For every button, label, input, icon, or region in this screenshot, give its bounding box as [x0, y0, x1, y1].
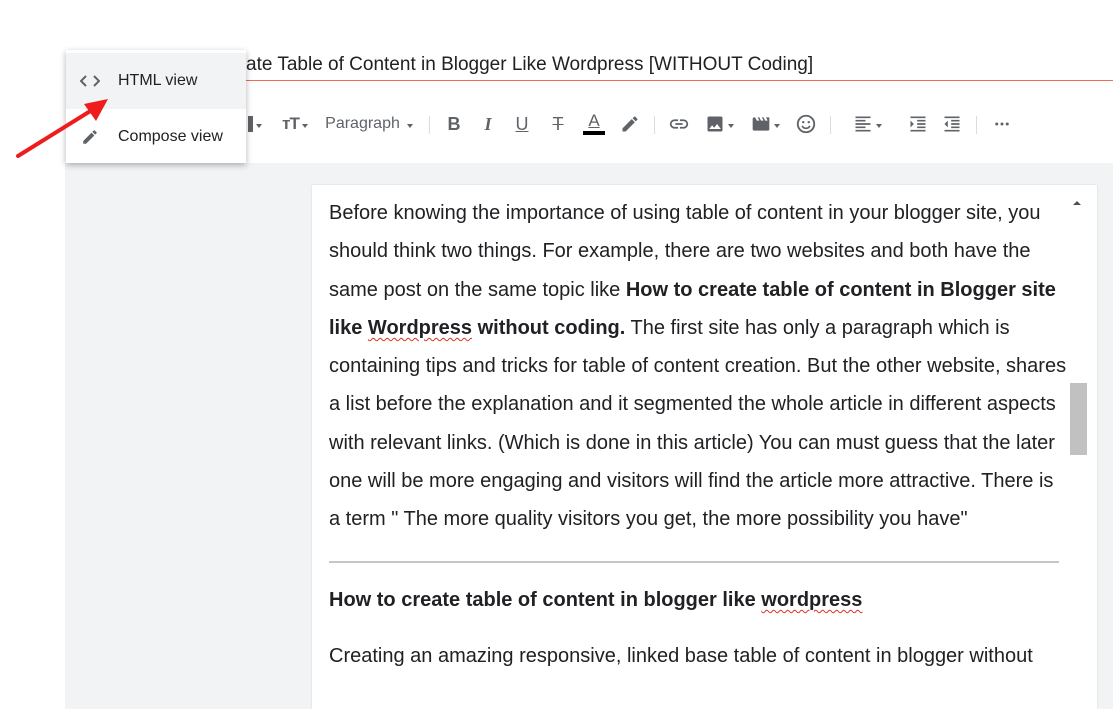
link-icon [669, 119, 689, 129]
formatting-toolbar: тТ Paragraph B I U T A [246, 104, 1113, 144]
post-title-input[interactable]: ate Table of Content in Blogger Like Wor… [246, 53, 813, 77]
highlight-icon [622, 116, 638, 132]
text-color-button[interactable]: A [582, 104, 606, 144]
pencil-icon [80, 127, 100, 147]
scrollbar-thumb[interactable] [1070, 383, 1087, 455]
video-button[interactable] [748, 104, 782, 144]
body-line: a term " The more quality visitors you g… [329, 508, 968, 531]
partial-dropdown-button[interactable] [246, 104, 266, 144]
post-body-paragraph: Before knowing the importance of using t… [329, 194, 1067, 539]
bold-button[interactable]: B [444, 104, 464, 144]
scroll-up-arrow[interactable] [1070, 196, 1084, 210]
body-line: should think two things. For example, th… [329, 240, 1031, 263]
bold-phrase: like [329, 316, 368, 339]
text-color-icon: A [588, 111, 600, 130]
menu-item-compose-view[interactable]: Compose view [66, 109, 246, 165]
body-line: Before knowing the importance of using t… [329, 202, 1041, 224]
bold-icon: B [447, 113, 461, 134]
strikethrough-button[interactable]: T [548, 104, 568, 144]
body-text: same post on the same topic like [329, 278, 626, 301]
align-button[interactable] [850, 104, 884, 144]
indent-button[interactable] [906, 104, 930, 144]
body-line: containing tips and tricks for table of … [329, 355, 1067, 378]
font-size-icon: тТ [282, 114, 300, 133]
image-button[interactable] [703, 104, 735, 144]
italic-icon: I [484, 113, 492, 134]
outdent-icon [944, 116, 960, 132]
heading-text: How to create table of content in blogge… [329, 589, 762, 611]
misspelled-word: wordpress [761, 589, 863, 611]
menu-item-label: Compose view [118, 128, 223, 145]
more-button[interactable] [990, 104, 1014, 144]
paragraph-style-label: Paragraph [325, 115, 400, 132]
video-icon [752, 117, 769, 131]
section-heading: How to create table of content in blogge… [329, 585, 862, 615]
toolbar-divider [654, 116, 655, 134]
font-size-button[interactable]: тТ [278, 104, 312, 144]
code-icon [80, 71, 100, 91]
strikethrough-icon: T [552, 113, 564, 134]
body-line: with relevant links. (Which is done in t… [329, 431, 1055, 454]
title-underline [246, 80, 1113, 81]
italic-button[interactable]: I [478, 104, 498, 144]
body-line: like Wordpress without coding. The first… [329, 309, 1061, 347]
bold-phrase: without coding. [472, 316, 626, 339]
body-line: one will be more engaging and visitors w… [329, 470, 1054, 493]
image-icon [707, 116, 722, 132]
misspelled-word: Wordpress [367, 316, 473, 339]
body-text: The first site has only a paragraph whic… [625, 316, 1010, 339]
align-icon [855, 116, 870, 132]
highlight-button[interactable] [618, 104, 642, 144]
post-body-editor[interactable]: Before knowing the importance of using t… [312, 185, 1097, 709]
underline-button[interactable]: U [512, 104, 532, 144]
toolbar-divider [976, 116, 977, 134]
emoji-icon [796, 114, 816, 134]
emoji-button[interactable] [794, 104, 818, 144]
toolbar-divider [830, 116, 831, 134]
menu-item-label: HTML view [118, 72, 198, 89]
toolbar-divider [429, 116, 430, 134]
outdent-button[interactable] [940, 104, 964, 144]
link-button[interactable] [667, 104, 691, 144]
body-line: Creating an amazing responsive, linked b… [329, 645, 1033, 667]
menu-item-html-view[interactable]: HTML view [66, 53, 246, 109]
body-line: a list before the explanation and it seg… [329, 393, 1056, 416]
view-mode-menu: HTML view Compose view [66, 50, 246, 163]
underline-icon: U [515, 113, 529, 134]
bold-phrase: How to create table of content in Blogge… [625, 278, 1056, 301]
indent-icon [910, 116, 926, 132]
more-icon [995, 122, 1009, 126]
paragraph-style-dropdown[interactable]: Paragraph [324, 104, 414, 144]
horizontal-rule [329, 561, 1059, 563]
body-line: same post on the same topic like How to … [329, 271, 1061, 309]
